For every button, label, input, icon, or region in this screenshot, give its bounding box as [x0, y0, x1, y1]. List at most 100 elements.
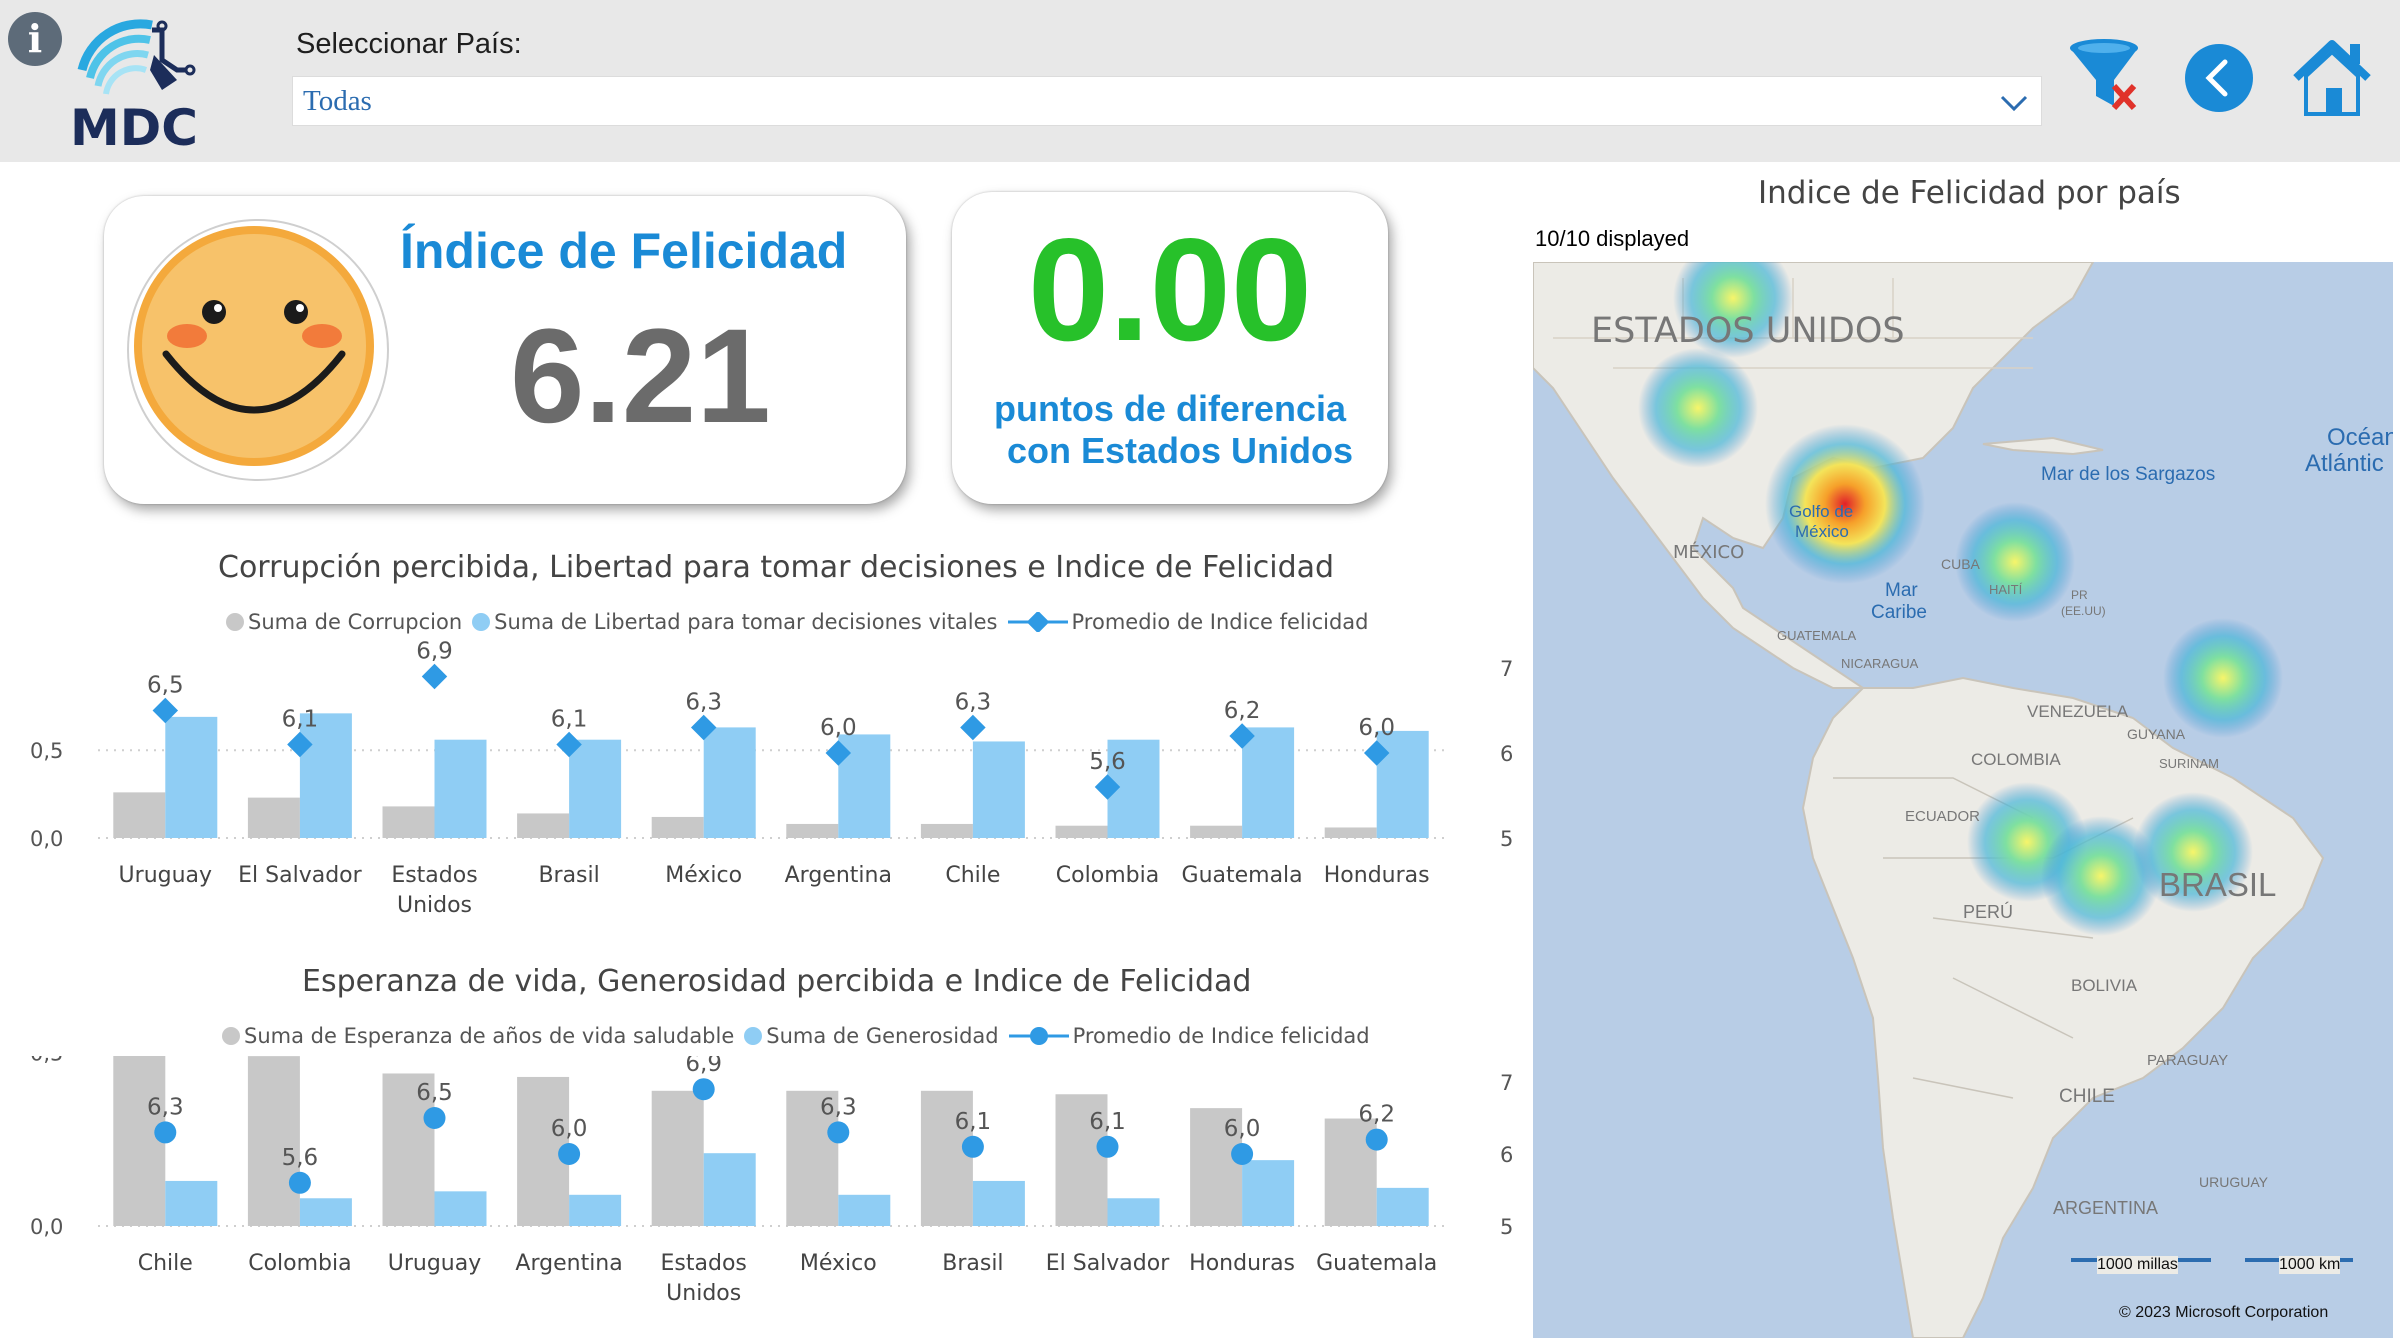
bar-blue[interactable]	[838, 1194, 891, 1226]
bar-blue[interactable]	[434, 739, 487, 838]
category-label: Brasil	[538, 863, 599, 888]
marker-happiness[interactable]	[1096, 1135, 1119, 1158]
data-label: 5,6	[282, 1145, 319, 1171]
bar-blue[interactable]	[703, 1153, 756, 1226]
legend-item-promedio[interactable]: Promedio de Indice felicidad	[1007, 610, 1369, 634]
map-label-sargazos: Mar de los Sargazos	[2041, 464, 2216, 485]
marker-happiness[interactable]	[692, 1078, 715, 1101]
category-label: El Salvador	[238, 863, 362, 888]
map-label-venezuela: VENEZUELA	[2027, 702, 2129, 721]
marker-happiness[interactable]	[421, 663, 448, 690]
heat-spot-mexico[interactable]	[1638, 348, 1758, 468]
heat-spot-brasil[interactable]	[2163, 618, 2283, 738]
legend-item-generosidad[interactable]: Suma de Generosidad	[744, 1024, 999, 1048]
bar-blue[interactable]	[1242, 1160, 1295, 1226]
data-label: 6,3	[685, 690, 722, 716]
scale-label-km: 1000 km	[2279, 1256, 2341, 1274]
bar-gray[interactable]	[920, 823, 973, 838]
map-label-guyana: GUYANA	[2127, 726, 2186, 742]
marker-happiness[interactable]	[827, 1121, 850, 1144]
data-label: 6,1	[1089, 1109, 1126, 1135]
home-icon[interactable]	[2290, 36, 2374, 120]
clear-filter-icon[interactable]	[2068, 36, 2148, 116]
marker-happiness[interactable]	[558, 1143, 581, 1165]
data-label: 6,5	[416, 1080, 453, 1106]
category-label: Argentina	[515, 1251, 622, 1276]
data-label: 6,3	[147, 1094, 184, 1120]
map-label-uruguay: URUGUAY	[2199, 1174, 2268, 1190]
left-axis-tick: 0,5	[30, 739, 63, 763]
bar-blue[interactable]	[1242, 727, 1295, 838]
map-label-bolivia: BOLIVIA	[2071, 976, 2138, 995]
data-label: 6,9	[685, 1056, 722, 1077]
data-label: 6,0	[551, 1116, 588, 1142]
category-label: Honduras	[1324, 863, 1430, 888]
bar-blue[interactable]	[972, 741, 1025, 838]
bar-blue[interactable]	[1376, 1187, 1429, 1226]
info-icon[interactable]: i	[8, 12, 62, 66]
bar-gray[interactable]	[786, 823, 839, 838]
bar-gray[interactable]	[247, 1056, 300, 1226]
top-bar: i MDC Seleccionar País: Todas	[0, 0, 2400, 162]
bar-gray[interactable]	[651, 1090, 704, 1226]
bar-blue[interactable]	[165, 716, 218, 838]
map-canvas[interactable]: ESTADOS UNIDOS MÉXICO	[1533, 218, 2393, 1338]
bar-blue[interactable]	[1107, 1198, 1160, 1226]
legend-item-corrupcion[interactable]: Suma de Corrupcion	[226, 610, 462, 634]
bar-gray[interactable]	[1324, 827, 1377, 838]
bar-gray[interactable]	[1055, 825, 1108, 838]
map-label-brasil: BRASIL	[2159, 866, 2277, 903]
marker-happiness[interactable]	[423, 1107, 446, 1129]
category-label: México	[665, 863, 742, 888]
right-axis-tick: 5	[1500, 1215, 1513, 1239]
country-select[interactable]: Todas	[292, 76, 2042, 126]
category-label: Colombia	[1056, 863, 1159, 888]
data-label: 6,5	[147, 673, 184, 699]
filter-label: Seleccionar País:	[296, 28, 522, 60]
map-label-pr-2: (EE.UU)	[2061, 604, 2106, 618]
marker-happiness[interactable]	[1231, 1143, 1254, 1165]
map-label-guatemala: GUATEMALA	[1777, 628, 1857, 643]
heat-map[interactable]: ESTADOS UNIDOS MÉXICO Océan Atlántic Mar…	[1533, 218, 2393, 1338]
legend-item-libertad[interactable]: Suma de Libertad para tomar decisiones v…	[472, 610, 998, 634]
bar-blue[interactable]	[165, 1180, 218, 1226]
bar-blue[interactable]	[299, 1198, 352, 1226]
legend-item-promedio-2[interactable]: Promedio de Indice felicidad	[1008, 1024, 1370, 1048]
bar-gray[interactable]	[517, 813, 570, 838]
bar-blue[interactable]	[703, 727, 756, 838]
marker-happiness[interactable]	[154, 1121, 177, 1144]
marker-happiness[interactable]	[288, 1171, 311, 1194]
chart2-title: Esperanza de vida, Generosidad percibida…	[302, 964, 1252, 999]
chart2-plot: 0,5 0,0 7 6 5 6,3 Chile 5,6 Colombia 6,5 Uruguay 6,…	[30, 1056, 1513, 1306]
happiness-index-value: 6.21	[510, 302, 771, 451]
category-label: Uruguay	[119, 863, 213, 888]
category-label: Colombia	[248, 1251, 351, 1276]
map-label-haiti: HAITÍ	[1989, 582, 2023, 597]
legend-item-esperanza[interactable]: Suma de Esperanza de años de vida saluda…	[222, 1024, 734, 1048]
difference-value: 0.00	[1027, 208, 1313, 371]
bar-gray[interactable]	[651, 816, 704, 838]
bar-gray[interactable]	[1190, 825, 1243, 838]
map-label-golfo-1: Golfo de	[1789, 502, 1854, 521]
back-arrow-icon[interactable]	[2183, 42, 2255, 114]
marker-happiness[interactable]	[1365, 1128, 1388, 1151]
bar-gray[interactable]	[247, 797, 300, 838]
scale-label-miles: 1000 millas	[2097, 1256, 2178, 1274]
bar-gray[interactable]	[382, 806, 435, 838]
bar-blue[interactable]	[1376, 730, 1429, 838]
map-label-usa: ESTADOS UNIDOS	[1591, 311, 1905, 351]
bar-gray[interactable]	[113, 1056, 166, 1226]
marker-happiness[interactable]	[960, 714, 986, 741]
map-label-ecuador: ECUADOR	[1905, 808, 1981, 825]
right-axis-tick: 5	[1500, 827, 1513, 851]
category-label: Estados	[661, 1251, 747, 1276]
category-label: Unidos	[397, 893, 472, 918]
bar-blue[interactable]	[569, 739, 622, 838]
bar-blue[interactable]	[972, 1180, 1025, 1226]
bar-blue[interactable]	[434, 1191, 487, 1226]
category-label: México	[800, 1251, 877, 1276]
marker-happiness[interactable]	[961, 1135, 984, 1158]
data-label: 6,0	[1224, 1116, 1261, 1142]
bar-gray[interactable]	[113, 792, 166, 838]
bar-blue[interactable]	[569, 1194, 622, 1226]
